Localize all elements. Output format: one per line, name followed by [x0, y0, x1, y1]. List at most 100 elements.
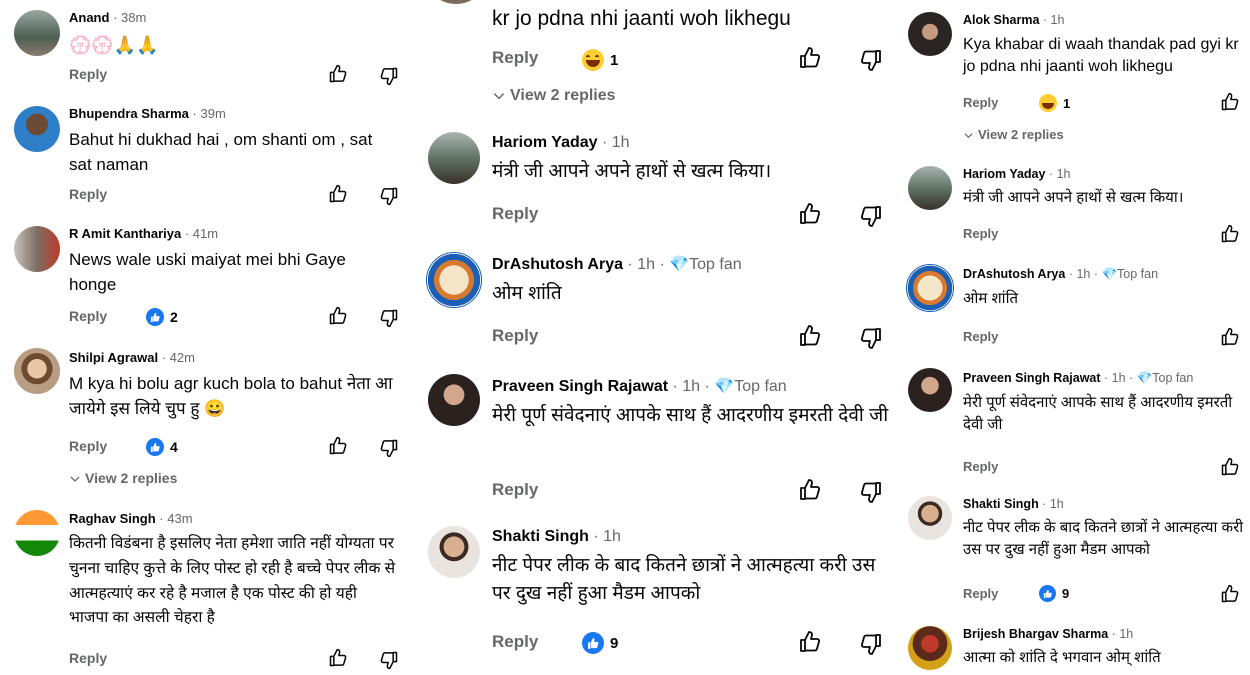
comment-time: 1h — [611, 134, 630, 151]
reply-button[interactable]: Reply — [963, 226, 998, 241]
reaction-count[interactable]: 4 — [146, 438, 178, 456]
thumbs-up-icon[interactable] — [1220, 327, 1240, 347]
avatar[interactable] — [908, 166, 952, 210]
comment-author[interactable]: Brijesh Bhargav Sharma · 1h — [963, 627, 1133, 641]
thumbs-up-icon[interactable] — [1220, 457, 1240, 477]
avatar[interactable] — [428, 374, 480, 426]
comment-author[interactable]: Anand · 38m — [69, 10, 146, 25]
view-replies-link[interactable]: View 2 replies — [69, 470, 177, 486]
reply-button[interactable]: Reply — [69, 650, 107, 666]
thumbs-down-icon[interactable] — [859, 204, 883, 228]
reply-button[interactable]: Reply — [492, 326, 538, 346]
reply-button[interactable]: Reply — [69, 186, 107, 202]
comment-time: 1h — [682, 378, 701, 395]
thumbs-up-icon[interactable] — [328, 184, 348, 204]
comment-text: ओम शांति — [963, 290, 1019, 307]
chevron-down-icon — [964, 133, 973, 139]
thumbs-up-icon[interactable] — [1220, 224, 1240, 244]
comment: Hariom Yaday · 1h मंत्री जी आपने अपने हा… — [900, 160, 1250, 260]
thumbs-up-icon[interactable] — [1220, 92, 1240, 112]
reply-button[interactable]: Reply — [963, 459, 998, 474]
comment: Shilpi Agrawal · 42m M kya hi bolu agr k… — [0, 342, 410, 502]
thumbs-down-icon[interactable] — [859, 480, 883, 504]
comment-text: आत्मा को शांति दे भगवान ओम् शांति — [963, 649, 1161, 666]
reply-button[interactable]: Reply — [963, 329, 998, 344]
thumbs-up-icon[interactable] — [798, 630, 822, 654]
comment-author[interactable]: Praveen Singh Rajawat · 1h · 💎Top fan — [963, 371, 1193, 386]
thumbs-down-icon[interactable] — [379, 308, 399, 328]
thumbs-up-icon[interactable] — [328, 306, 348, 326]
view-replies-link[interactable]: View 2 replies — [963, 127, 1064, 142]
comment-author[interactable]: Shakti Singh · 1h — [963, 497, 1064, 511]
comment-author[interactable]: Raghav Singh · 43m — [69, 511, 193, 526]
reply-button[interactable]: Reply — [963, 586, 998, 601]
thumbs-down-icon[interactable] — [379, 438, 399, 458]
thumbs-up-icon[interactable] — [328, 436, 348, 456]
thumbs-down-icon[interactable] — [859, 632, 883, 656]
comment: DrAshutosh Arya · 1h · 💎Top fan ओम शांति… — [410, 246, 900, 364]
reply-button[interactable]: Reply — [492, 632, 538, 652]
comment-author[interactable]: Alok Sharma · 1h — [963, 13, 1064, 27]
thumbs-up-icon[interactable] — [798, 478, 822, 502]
view-replies-link[interactable]: View 2 replies — [492, 87, 616, 105]
avatar[interactable] — [14, 510, 60, 556]
avatar[interactable] — [14, 348, 60, 394]
comment: Shakti Singh · 1h नीट पेपर लीक के बाद कि… — [900, 490, 1250, 620]
comment-author[interactable]: Shilpi Agrawal · 42m — [69, 350, 195, 365]
avatar[interactable] — [430, 0, 482, 4]
thumbs-down-icon[interactable] — [379, 186, 399, 206]
comment: Bhupendra Sharma · 39m Bahut hi dukhad h… — [0, 100, 410, 220]
thumbs-down-icon[interactable] — [379, 650, 399, 670]
comment-column-left: Anand · 38m 💮💮🙏🙏 Reply Bhupendra Sharma … — [0, 0, 410, 675]
reaction-count[interactable]: 2 — [146, 308, 178, 326]
thumbs-up-icon[interactable] — [328, 648, 348, 668]
comment-author[interactable]: DrAshutosh Arya · 1h · 💎Top fan — [963, 267, 1158, 282]
comment-author[interactable]: R Amit Kanthariya · 41m — [69, 226, 218, 241]
avatar[interactable] — [908, 496, 952, 540]
comment-author[interactable]: DrAshutosh Arya · 1h · 💎Top fan — [492, 254, 742, 274]
avatar[interactable] — [908, 12, 952, 56]
reply-button[interactable]: Reply — [69, 308, 107, 324]
reaction-count[interactable]: 1 — [1039, 94, 1070, 112]
reaction-count[interactable]: 1 — [582, 49, 618, 71]
comment-author[interactable]: Hariom Yaday · 1h — [963, 167, 1070, 181]
comment-author[interactable]: Shakti Singh · 1h — [492, 528, 621, 546]
reply-button[interactable]: Reply — [492, 204, 538, 224]
reply-button[interactable]: Reply — [69, 66, 107, 82]
comment-author[interactable]: Bhupendra Sharma · 39m — [69, 106, 226, 121]
avatar[interactable] — [428, 132, 480, 184]
top-fan-badge: Top fan — [734, 378, 787, 395]
avatar[interactable] — [908, 626, 952, 670]
thumbs-down-icon[interactable] — [859, 326, 883, 350]
avatar[interactable] — [14, 106, 60, 152]
comment: DrAshutosh Arya · 1h · 💎Top fan ओम शांति… — [900, 260, 1250, 360]
like-reaction-icon — [146, 308, 164, 326]
thumbs-up-icon[interactable] — [1220, 584, 1240, 604]
like-reaction-icon — [1039, 585, 1056, 602]
thumbs-up-icon[interactable] — [328, 64, 348, 84]
diamond-badge-icon: 💎 — [714, 378, 735, 395]
comment-column-right: Alok Sharma · 1h Kya khabar di waah than… — [900, 0, 1250, 675]
avatar[interactable] — [14, 226, 60, 272]
avatar[interactable] — [426, 252, 482, 308]
chevron-down-icon — [70, 476, 80, 483]
thumbs-down-icon[interactable] — [379, 66, 399, 86]
reaction-count[interactable]: 9 — [1039, 585, 1069, 602]
comment-author[interactable]: Praveen Singh Rajawat · 1h · 💎Top fan — [492, 376, 787, 396]
reaction-count[interactable]: 9 — [582, 632, 618, 654]
comment-author[interactable]: Hariom Yaday · 1h — [492, 134, 630, 152]
reply-button[interactable]: Reply — [69, 438, 107, 454]
reply-button[interactable]: Reply — [492, 48, 538, 68]
comment: Anand · 38m 💮💮🙏🙏 Reply — [0, 0, 410, 98]
comment-text: Kya khabar di waah thandak pad gyi kr jo… — [963, 36, 1239, 76]
avatar[interactable] — [908, 368, 952, 412]
thumbs-up-icon[interactable] — [798, 324, 822, 348]
reply-button[interactable]: Reply — [963, 95, 998, 110]
avatar[interactable] — [14, 10, 60, 56]
thumbs-up-icon[interactable] — [798, 202, 822, 226]
avatar[interactable] — [428, 526, 480, 578]
thumbs-down-icon[interactable] — [859, 48, 883, 72]
avatar[interactable] — [906, 264, 954, 312]
thumbs-up-icon[interactable] — [798, 46, 822, 70]
reply-button[interactable]: Reply — [492, 480, 538, 500]
